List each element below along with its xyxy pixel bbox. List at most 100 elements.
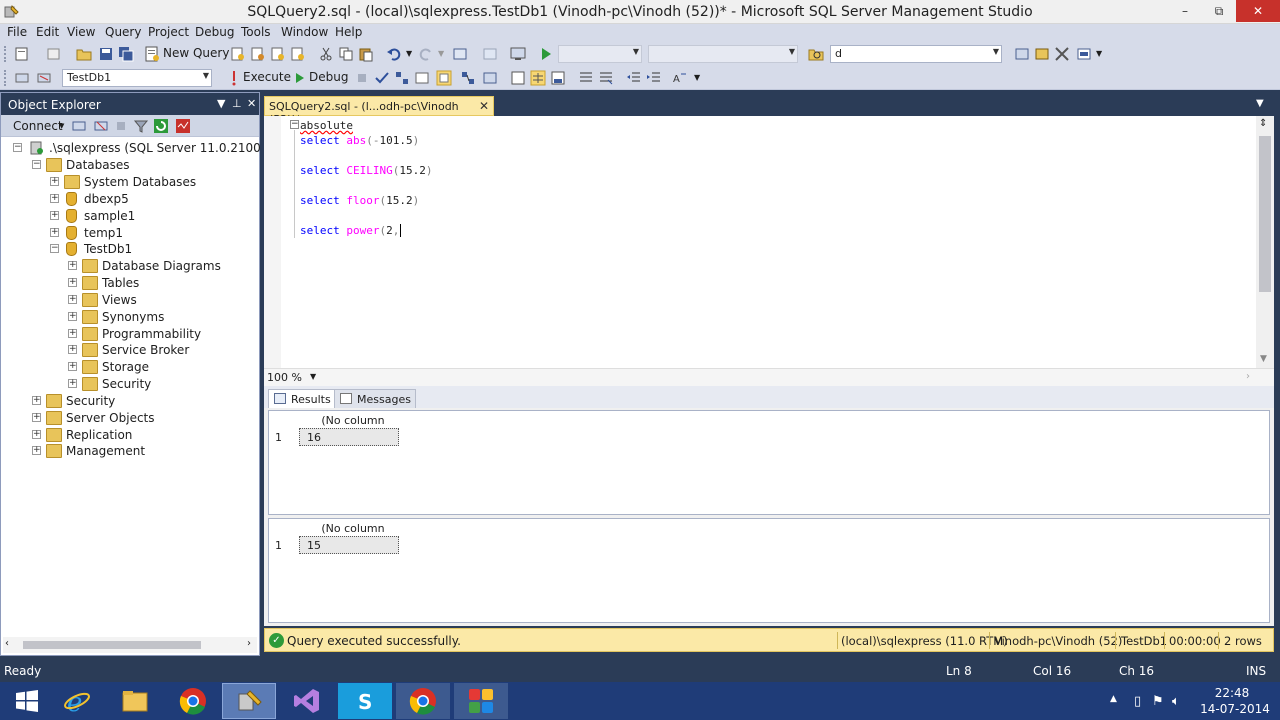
- database-engine-query-icon[interactable]: [230, 46, 246, 62]
- menu-project[interactable]: Project: [148, 25, 189, 39]
- change-connection-icon[interactable]: [36, 70, 52, 86]
- taskbar-chrome-2[interactable]: [396, 683, 450, 719]
- results-to-grid-icon[interactable]: [530, 70, 546, 86]
- tab-sqlquery2[interactable]: SQLQuery2.sql - (l...odh-pc\Vinodh (52))…: [264, 96, 494, 126]
- include-actual-plan-icon[interactable]: [460, 70, 476, 86]
- save-icon[interactable]: [98, 46, 114, 62]
- find-in-files-icon[interactable]: [808, 46, 824, 62]
- expand-toggle[interactable]: +: [68, 329, 77, 338]
- row-number[interactable]: 1: [275, 539, 282, 552]
- expand-toggle[interactable]: +: [50, 194, 59, 203]
- menu-view[interactable]: View: [67, 25, 95, 39]
- taskbar-ssms[interactable]: [222, 683, 276, 719]
- menu-tools[interactable]: Tools: [241, 25, 271, 39]
- expand-toggle[interactable]: +: [68, 362, 77, 371]
- scroll-down-arrow-icon[interactable]: ▼: [1260, 354, 1267, 364]
- clock-date[interactable]: 14-07-2014: [1200, 702, 1270, 716]
- intellisense-enabled-icon[interactable]: [436, 70, 452, 86]
- collapse-toggle[interactable]: −: [50, 244, 59, 253]
- results-to-file-icon[interactable]: [550, 70, 566, 86]
- expand-toggle[interactable]: +: [50, 177, 59, 186]
- add-item-icon[interactable]: [46, 46, 62, 62]
- outline-collapse-icon[interactable]: −: [290, 120, 299, 129]
- refresh-icon[interactable]: [153, 118, 169, 134]
- increase-indent-icon[interactable]: [646, 70, 662, 86]
- menu-query[interactable]: Query: [105, 25, 141, 39]
- cut-icon[interactable]: [318, 46, 334, 62]
- pin-icon[interactable]: ⊥: [232, 97, 242, 110]
- volume-icon[interactable]: 🔈︎: [1172, 694, 1180, 709]
- disconnect-icon[interactable]: [93, 118, 109, 134]
- debug-play-icon[interactable]: [292, 70, 308, 86]
- taskbar-file-explorer[interactable]: [108, 683, 162, 719]
- mdx-query-icon[interactable]: [270, 46, 286, 62]
- minimize-button[interactable]: –: [1168, 0, 1202, 22]
- expand-toggle[interactable]: +: [68, 312, 77, 321]
- zoom-dropdown-arrow[interactable]: ▼: [310, 372, 316, 381]
- expand-toggle[interactable]: +: [68, 295, 77, 304]
- template-explorer-icon[interactable]: [1054, 46, 1070, 62]
- debug-button[interactable]: Debug: [309, 70, 348, 84]
- undo-icon[interactable]: [386, 46, 402, 62]
- action-center-flag-icon[interactable]: ⚑: [1152, 694, 1164, 709]
- expand-toggle[interactable]: +: [50, 211, 59, 220]
- analysis-query-icon[interactable]: [250, 46, 266, 62]
- expand-toggle[interactable]: +: [68, 345, 77, 354]
- taskbar-chrome[interactable]: [166, 683, 220, 719]
- start-debugging-icon[interactable]: [538, 46, 554, 62]
- expand-toggle[interactable]: +: [50, 228, 59, 237]
- scrollbar-thumb[interactable]: [1259, 136, 1271, 292]
- execute-icon[interactable]: [226, 70, 242, 86]
- expand-toggle[interactable]: +: [68, 379, 77, 388]
- start-button[interactable]: [0, 683, 54, 719]
- activity-monitor-oe-icon[interactable]: [175, 118, 191, 134]
- panel-options-icon[interactable]: ▼: [217, 97, 225, 110]
- result-cell[interactable]: 15: [299, 536, 399, 554]
- menu-edit[interactable]: Edit: [36, 25, 59, 39]
- expand-toggle[interactable]: +: [32, 430, 41, 439]
- document-list-dropdown-icon[interactable]: ▼: [1256, 98, 1264, 109]
- collapse-toggle[interactable]: −: [32, 160, 41, 169]
- execute-button[interactable]: Execute: [243, 70, 291, 84]
- menu-help[interactable]: Help: [335, 25, 362, 39]
- split-editor-icon[interactable]: ⇕: [1259, 118, 1267, 129]
- taskbar-visual-studio[interactable]: [280, 683, 334, 719]
- menu-window[interactable]: Window: [281, 25, 328, 39]
- available-databases-combo[interactable]: TestDb1 ▼: [62, 69, 212, 87]
- comment-lines-icon[interactable]: [578, 70, 594, 86]
- restore-button[interactable]: ⧉: [1202, 0, 1236, 22]
- expand-toggle[interactable]: +: [32, 413, 41, 422]
- expand-toggle[interactable]: +: [68, 261, 77, 270]
- panel-close-icon[interactable]: ✕: [247, 97, 256, 110]
- toolbar-grip[interactable]: [4, 46, 7, 62]
- tab-messages[interactable]: Messages: [334, 389, 416, 408]
- parse-icon[interactable]: [374, 70, 390, 86]
- tab-close-icon[interactable]: ✕: [479, 99, 489, 113]
- collapse-toggle[interactable]: −: [13, 143, 22, 152]
- connect-icon[interactable]: [14, 70, 30, 86]
- open-file-icon[interactable]: [76, 46, 92, 62]
- object-explorer-hscrollbar[interactable]: ‹ ›: [3, 637, 257, 653]
- expand-toggle[interactable]: +: [32, 446, 41, 455]
- new-project-icon[interactable]: [14, 46, 30, 62]
- include-client-statistics-icon[interactable]: [482, 70, 498, 86]
- specify-template-values-icon[interactable]: A: [672, 70, 688, 86]
- navigate-backward-icon[interactable]: [452, 46, 468, 62]
- tab-results[interactable]: Results: [268, 389, 336, 408]
- new-query-button[interactable]: New Query: [163, 46, 229, 60]
- taskbar-skype[interactable]: S: [338, 683, 392, 719]
- query-options-icon[interactable]: [414, 70, 430, 86]
- zoom-level[interactable]: 100 %: [267, 371, 302, 384]
- object-explorer-icon[interactable]: [1034, 46, 1050, 62]
- taskbar-tiles-app[interactable]: [454, 683, 508, 719]
- properties-window-icon[interactable]: [1076, 46, 1092, 62]
- clock-time[interactable]: 22:48: [1204, 686, 1260, 700]
- find-combo[interactable]: d ▼: [830, 45, 1002, 63]
- row-number[interactable]: 1: [275, 431, 282, 444]
- copy-icon[interactable]: [338, 46, 354, 62]
- menu-file[interactable]: File: [7, 25, 27, 39]
- result-cell[interactable]: 16: [299, 428, 399, 446]
- menu-debug[interactable]: Debug: [195, 25, 234, 39]
- results-grid[interactable]: (No column name) 1 15: [268, 518, 1270, 623]
- show-hidden-icons-icon[interactable]: ▲: [1110, 694, 1117, 704]
